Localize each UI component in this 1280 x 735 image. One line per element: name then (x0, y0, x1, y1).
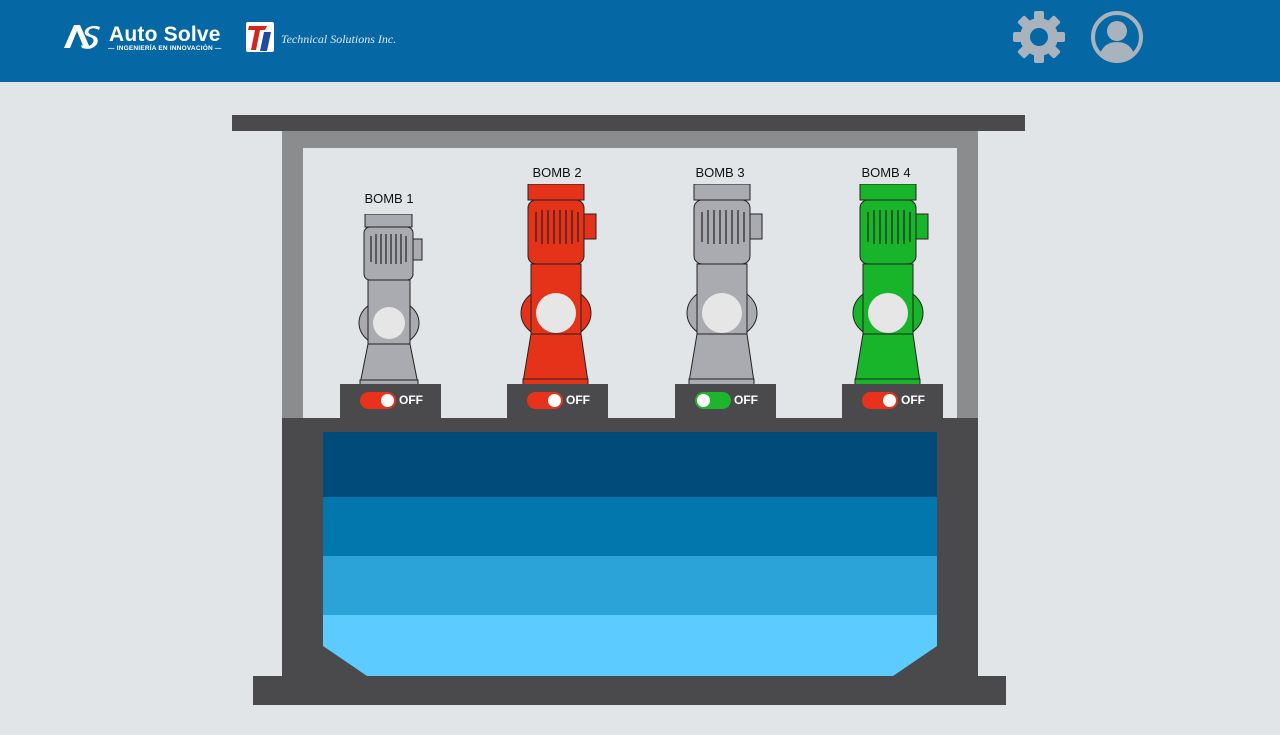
pump-3-label: BOMB 3 (695, 165, 745, 180)
brand-name: Auto Solve (109, 23, 221, 46)
partner-name: Technical Solutions Inc. (281, 32, 397, 46)
water-layer-4 (323, 615, 937, 676)
brand-tagline: — INGENIERÍA EN INNOVACIÓN — (108, 45, 222, 52)
water-layer-2 (323, 497, 937, 556)
pump-1-toggle[interactable] (360, 392, 396, 409)
toggle-knob (381, 394, 394, 407)
pump-4-label: BOMB 4 (861, 165, 911, 180)
technical-solutions-mark-icon (246, 22, 274, 52)
tank-base (253, 676, 1006, 705)
pump-2-control: OFF (507, 384, 608, 418)
pump-1-label: BOMB 1 (364, 191, 414, 206)
pump-4-toggle[interactable] (862, 392, 898, 409)
pump-2-state: OFF (566, 393, 590, 407)
pump-2[interactable] (520, 184, 600, 386)
pump-2-toggle[interactable] (527, 392, 563, 409)
auto-solve-mark-icon (64, 25, 100, 49)
toggle-knob (697, 394, 710, 407)
settings-button[interactable] (1012, 10, 1066, 64)
pump-4-control: OFF (842, 384, 943, 418)
top-bar: Auto Solve — INGENIERÍA EN INNOVACIÓN — … (0, 0, 1280, 82)
water-layer-1 (323, 432, 937, 497)
pump-4[interactable] (852, 184, 932, 386)
pump-1-control: OFF (340, 384, 441, 418)
pump-3-state: OFF (734, 393, 758, 407)
gear-icon (1013, 11, 1065, 63)
auto-solve-logo: Auto Solve — INGENIERÍA EN INNOVACIÓN — (62, 20, 232, 60)
toggle-knob (548, 394, 561, 407)
technical-solutions-logo: Technical Solutions Inc. (245, 20, 405, 56)
pump-2-label: BOMB 2 (532, 165, 582, 180)
pump-3[interactable] (686, 184, 766, 386)
station-roof (232, 115, 1025, 131)
pump-1[interactable] (356, 214, 426, 386)
pump-3-toggle[interactable] (695, 392, 731, 409)
user-profile-button[interactable] (1090, 10, 1144, 64)
pump-4-state: OFF (901, 393, 925, 407)
tank-water (323, 432, 937, 676)
water-layer-3 (323, 556, 937, 615)
pump-1-state: OFF (399, 393, 423, 407)
toggle-knob (883, 394, 896, 407)
user-icon (1091, 11, 1143, 63)
pump-3-control: OFF (675, 384, 776, 418)
